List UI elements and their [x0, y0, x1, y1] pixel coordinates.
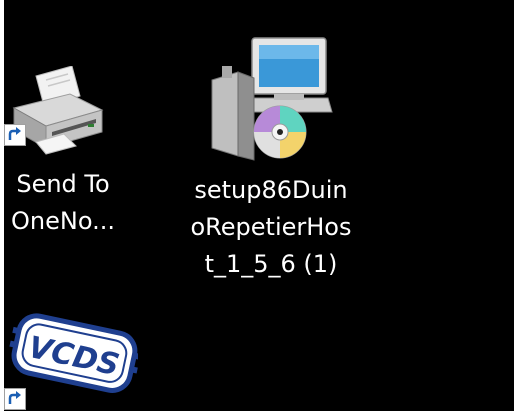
icon-label: setup86Duin oRepetierHos t_1_5_6 (1) [176, 172, 366, 283]
vcds-logo-icon: VCDS [9, 313, 138, 393]
icon-label-line: oRepetierHos [190, 213, 352, 241]
desktop-icon-setup86duino[interactable]: setup86Duin oRepetierHos t_1_5_6 (1) [176, 36, 366, 286]
desktop[interactable]: Send To OneNo... setup86Duin oRepetierHo… [4, 0, 514, 411]
icon-label: Send To OneNo... [4, 166, 158, 240]
icon-label-line: t_1_5_6 (1) [204, 250, 338, 278]
shortcut-arrow-icon [4, 124, 26, 146]
icon-label-line: OneNo... [11, 207, 115, 235]
printer-icon [12, 66, 104, 155]
icon-label-line: setup86Duin [194, 176, 348, 204]
shortcut-arrow-icon [4, 388, 26, 410]
desktop-icon-send-to-onenote[interactable]: Send To OneNo... [4, 66, 158, 246]
installer-icon [211, 37, 333, 161]
desktop-icon-vcds[interactable]: VCDS [4, 300, 158, 411]
icon-label-line: Send To [16, 170, 110, 198]
